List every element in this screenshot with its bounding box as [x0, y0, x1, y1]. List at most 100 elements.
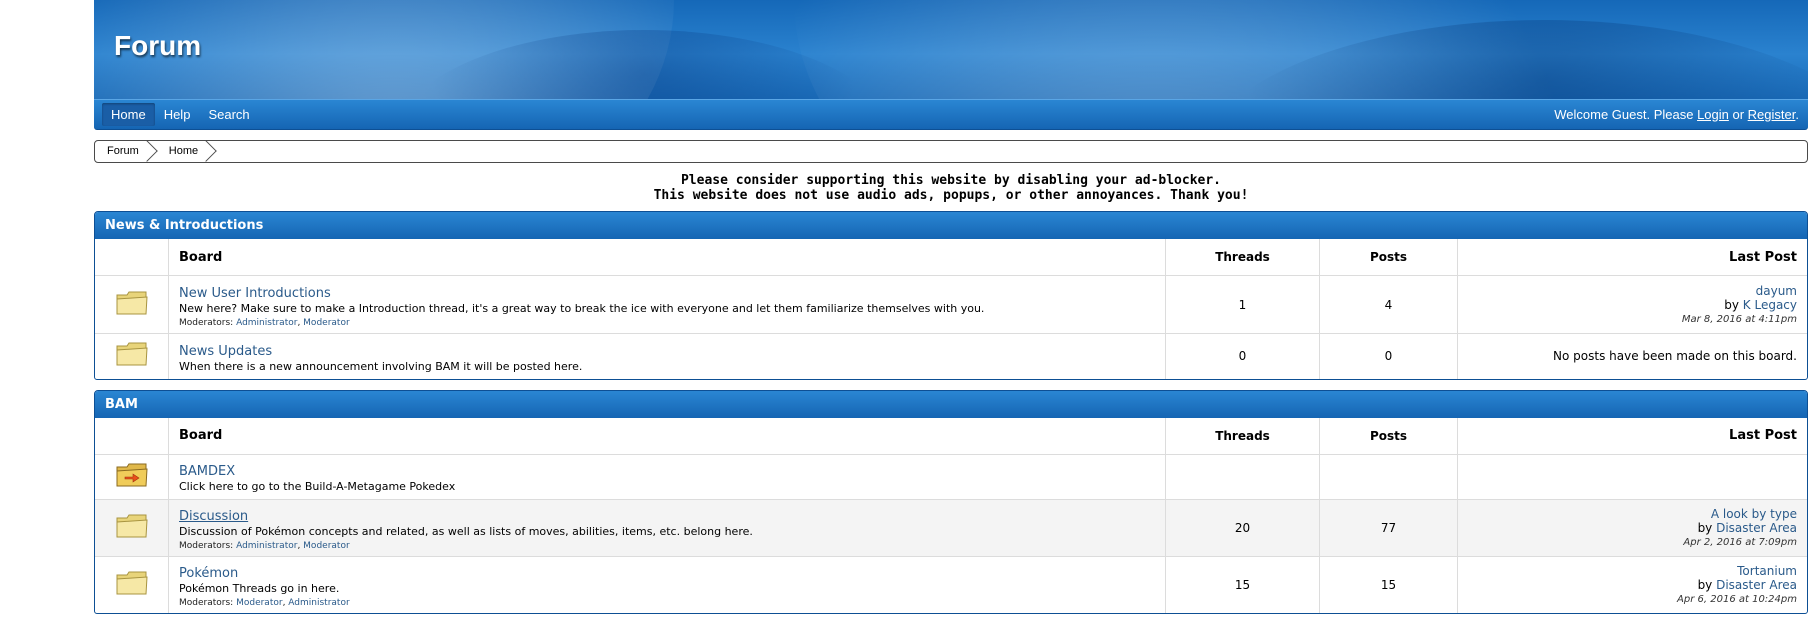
- moderator-link[interactable]: Administrator: [236, 541, 297, 551]
- breadcrumb-home[interactable]: Home: [153, 141, 212, 162]
- board-column-header: Board: [168, 417, 1166, 455]
- last-post-column-header: Last Post: [1457, 417, 1807, 455]
- breadcrumb-forum[interactable]: Forum: [95, 141, 153, 162]
- moderators-label: Moderators:: [179, 597, 234, 608]
- board-link[interactable]: BAMDEX: [179, 464, 235, 479]
- board-icon-cell: [95, 556, 169, 613]
- folder-icon: [116, 290, 148, 316]
- last-post-date: Apr 2, 2016 at 7:09pm: [1683, 537, 1797, 548]
- board-moderators: Moderators: Administrator, Moderator: [179, 317, 350, 328]
- board-description: Click here to go to the Build-A-Metagame…: [179, 480, 456, 493]
- post-count: 4: [1319, 275, 1458, 334]
- moderator-link[interactable]: Administrator: [288, 598, 349, 608]
- welcome-suffix: .: [1795, 107, 1799, 122]
- table-header-row: Board Threads Posts Last Post: [95, 417, 1807, 455]
- board-row: Pokémon Pokémon Threads go in here. Mode…: [95, 556, 1807, 613]
- board-description: Pokémon Threads go in here.: [179, 581, 340, 595]
- last-post-date: Mar 8, 2016 at 4:11pm: [1681, 314, 1797, 325]
- moderator-link[interactable]: Moderator: [236, 598, 282, 608]
- table-header-row: Board Threads Posts Last Post: [95, 239, 1807, 276]
- thread-count: 0: [1165, 333, 1320, 379]
- last-post-thread-link[interactable]: Tortanium: [1737, 564, 1797, 578]
- thread-count: 15: [1165, 556, 1320, 613]
- by-label: by: [1697, 578, 1717, 593]
- last-post-user-link[interactable]: Disaster Area: [1716, 578, 1797, 592]
- adblock-notice: Please consider supporting this website …: [94, 173, 1808, 203]
- moderator-link[interactable]: Moderator: [303, 541, 349, 551]
- folder-icon: [116, 341, 148, 367]
- last-post-cell: dayum by K Legacy Mar 8, 2016 at 4:11pm: [1457, 275, 1807, 334]
- board-link[interactable]: New User Introductions: [179, 286, 331, 301]
- moderators-label: Moderators:: [179, 317, 234, 328]
- by-label: by: [1724, 298, 1743, 312]
- nav-menu: Home Help Search: [102, 103, 259, 126]
- board-icon-cell: [95, 275, 169, 334]
- folder-icon: [116, 513, 148, 539]
- breadcrumb: Forum Home: [94, 140, 1808, 163]
- board-table: Board Threads Posts Last Post New User I…: [95, 239, 1807, 379]
- no-posts-message: No posts have been made on this board.: [1553, 349, 1797, 364]
- threads-column-header: Threads: [1165, 239, 1320, 276]
- redirect-folder-icon: [116, 462, 148, 488]
- last-post-column-header: Last Post: [1457, 239, 1807, 276]
- category-news: News & Introductions Board Threads Posts…: [94, 211, 1808, 380]
- board-info: Pokémon Pokémon Threads go in here. Mode…: [168, 556, 1166, 613]
- notice-line-2: This website does not use audio ads, pop…: [653, 188, 1249, 203]
- board-info: New User Introductions New here? Make su…: [168, 275, 1166, 334]
- board-table: Board Threads Posts Last Post BAMDEX Cli…: [95, 417, 1807, 613]
- board-icon-cell: [95, 454, 169, 500]
- notice-line-1: Please consider supporting this website …: [680, 173, 1222, 188]
- board-row: BAMDEX Click here to go to the Build-A-M…: [95, 454, 1807, 500]
- last-post-date: Apr 6, 2016 at 10:24pm: [1677, 594, 1797, 606]
- post-count: 15: [1319, 556, 1458, 613]
- category-title[interactable]: BAM: [95, 390, 1807, 418]
- moderators-label: Moderators:: [179, 540, 234, 551]
- category-bam: BAM Board Threads Posts Last Post BAMDEX…: [94, 389, 1808, 614]
- folder-icon: [116, 570, 148, 596]
- posts-column-header: Posts: [1319, 239, 1458, 276]
- forum-container: Forum Home Help Search Welcome Guest. Pl…: [94, 0, 1808, 614]
- nav-home[interactable]: Home: [102, 103, 155, 126]
- welcome-message: Welcome Guest. Please Login or Register.: [1554, 107, 1799, 122]
- board-link[interactable]: News Updates: [179, 344, 272, 359]
- register-link[interactable]: Register: [1748, 107, 1796, 122]
- thread-count: 1: [1165, 275, 1320, 334]
- threads-column-header: Threads: [1165, 417, 1320, 455]
- board-info: Discussion Discussion of Pokémon concept…: [168, 499, 1166, 557]
- board-icon-cell: [95, 499, 169, 557]
- navbar: Home Help Search Welcome Guest. Please L…: [94, 99, 1808, 130]
- board-column-header: Board: [168, 239, 1166, 276]
- last-post-thread-link[interactable]: A look by type: [1711, 507, 1797, 521]
- board-info: BAMDEX Click here to go to the Build-A-M…: [168, 454, 1166, 500]
- board-moderators: Moderators: Administrator, Moderator: [179, 540, 350, 551]
- board-row: Discussion Discussion of Pokémon concept…: [95, 499, 1807, 557]
- login-link[interactable]: Login: [1697, 107, 1729, 122]
- posts-column-header: Posts: [1319, 417, 1458, 455]
- category-title[interactable]: News & Introductions: [95, 212, 1807, 239]
- moderator-link[interactable]: Administrator: [236, 318, 297, 328]
- post-count: [1319, 454, 1458, 500]
- board-row: New User Introductions New here? Make su…: [95, 275, 1807, 334]
- last-post-cell: Tortanium by Disaster Area Apr 6, 2016 a…: [1458, 556, 1808, 613]
- last-post-user-link[interactable]: K Legacy: [1743, 298, 1797, 312]
- last-post-cell: No posts have been made on this board.: [1458, 334, 1808, 379]
- last-post-user-link[interactable]: Disaster Area: [1716, 521, 1797, 535]
- forum-logo[interactable]: Forum: [114, 30, 201, 62]
- last-post-cell: [1457, 454, 1807, 500]
- icon-column-header: [95, 239, 169, 276]
- nav-search[interactable]: Search: [199, 103, 258, 126]
- welcome-prefix: Welcome Guest. Please: [1554, 107, 1698, 122]
- forum-header: Forum: [94, 0, 1808, 99]
- board-link[interactable]: Pokémon: [179, 566, 238, 581]
- last-post-cell: A look by type by Disaster Area Apr 2, 2…: [1457, 499, 1807, 557]
- thread-count: 20: [1165, 499, 1320, 557]
- board-link[interactable]: Discussion: [179, 509, 248, 524]
- post-count: 0: [1319, 333, 1458, 379]
- moderator-link[interactable]: Moderator: [303, 318, 349, 328]
- post-count: 77: [1319, 499, 1458, 557]
- last-post-thread-link[interactable]: dayum: [1756, 284, 1797, 298]
- nav-help[interactable]: Help: [155, 103, 200, 126]
- board-description: When there is a new announcement involvi…: [179, 359, 583, 373]
- board-description: Discussion of Pokémon concepts and relat…: [179, 524, 753, 538]
- by-label: by: [1697, 521, 1717, 535]
